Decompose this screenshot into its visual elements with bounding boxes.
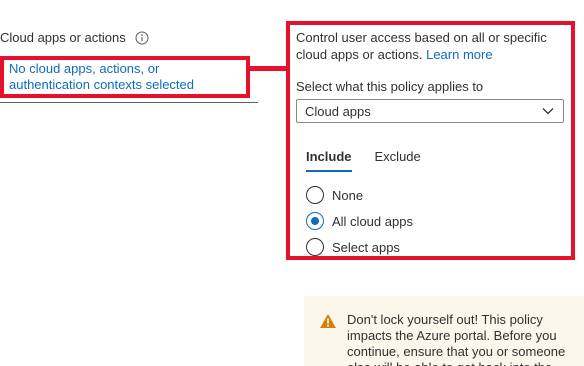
radio-button-checked[interactable] xyxy=(306,212,324,230)
tab-include[interactable]: Include xyxy=(306,149,352,172)
radio-label: Select apps xyxy=(332,239,400,255)
panel-description-text: Control user access based on all or spec… xyxy=(296,30,547,62)
highlight-connector xyxy=(250,66,289,71)
radio-label: None xyxy=(332,187,364,203)
warning-triangle-icon xyxy=(319,313,337,329)
include-exclude-tabs: Include Exclude xyxy=(296,149,565,172)
radio-option-all-cloud-apps[interactable]: All cloud apps xyxy=(306,208,565,234)
dropdown-value: Cloud apps xyxy=(305,103,371,119)
radio-button[interactable] xyxy=(306,186,324,204)
learn-more-link[interactable]: Learn more xyxy=(426,47,492,62)
panel-description: Control user access based on all or spec… xyxy=(296,29,565,63)
radio-option-select-apps[interactable]: Select apps xyxy=(306,234,565,260)
info-icon[interactable] xyxy=(135,31,149,45)
cloud-apps-selection-link[interactable]: No cloud apps, actions, or authenticatio… xyxy=(9,61,241,93)
cloud-apps-label-row: Cloud apps or actions xyxy=(0,30,149,45)
lockout-warning-banner: Don't lock yourself out! This policy imp… xyxy=(304,296,584,366)
warning-text: Don't lock yourself out! This policy imp… xyxy=(347,312,566,366)
chevron-down-icon xyxy=(541,104,555,118)
radio-option-none[interactable]: None xyxy=(306,182,565,208)
field-underline xyxy=(0,102,258,103)
applies-radio-group: None All cloud apps Select apps xyxy=(296,182,565,260)
cloud-apps-label: Cloud apps or actions xyxy=(0,30,126,45)
radio-label: All cloud apps xyxy=(332,213,413,229)
radio-button[interactable] xyxy=(306,238,324,256)
selection-highlight-box: No cloud apps, actions, or authenticatio… xyxy=(0,56,250,98)
tab-exclude[interactable]: Exclude xyxy=(375,149,421,172)
applies-to-dropdown[interactable]: Cloud apps xyxy=(296,99,564,123)
cloud-apps-panel: Control user access based on all or spec… xyxy=(286,21,575,260)
applies-to-label: Select what this policy applies to xyxy=(296,79,484,94)
